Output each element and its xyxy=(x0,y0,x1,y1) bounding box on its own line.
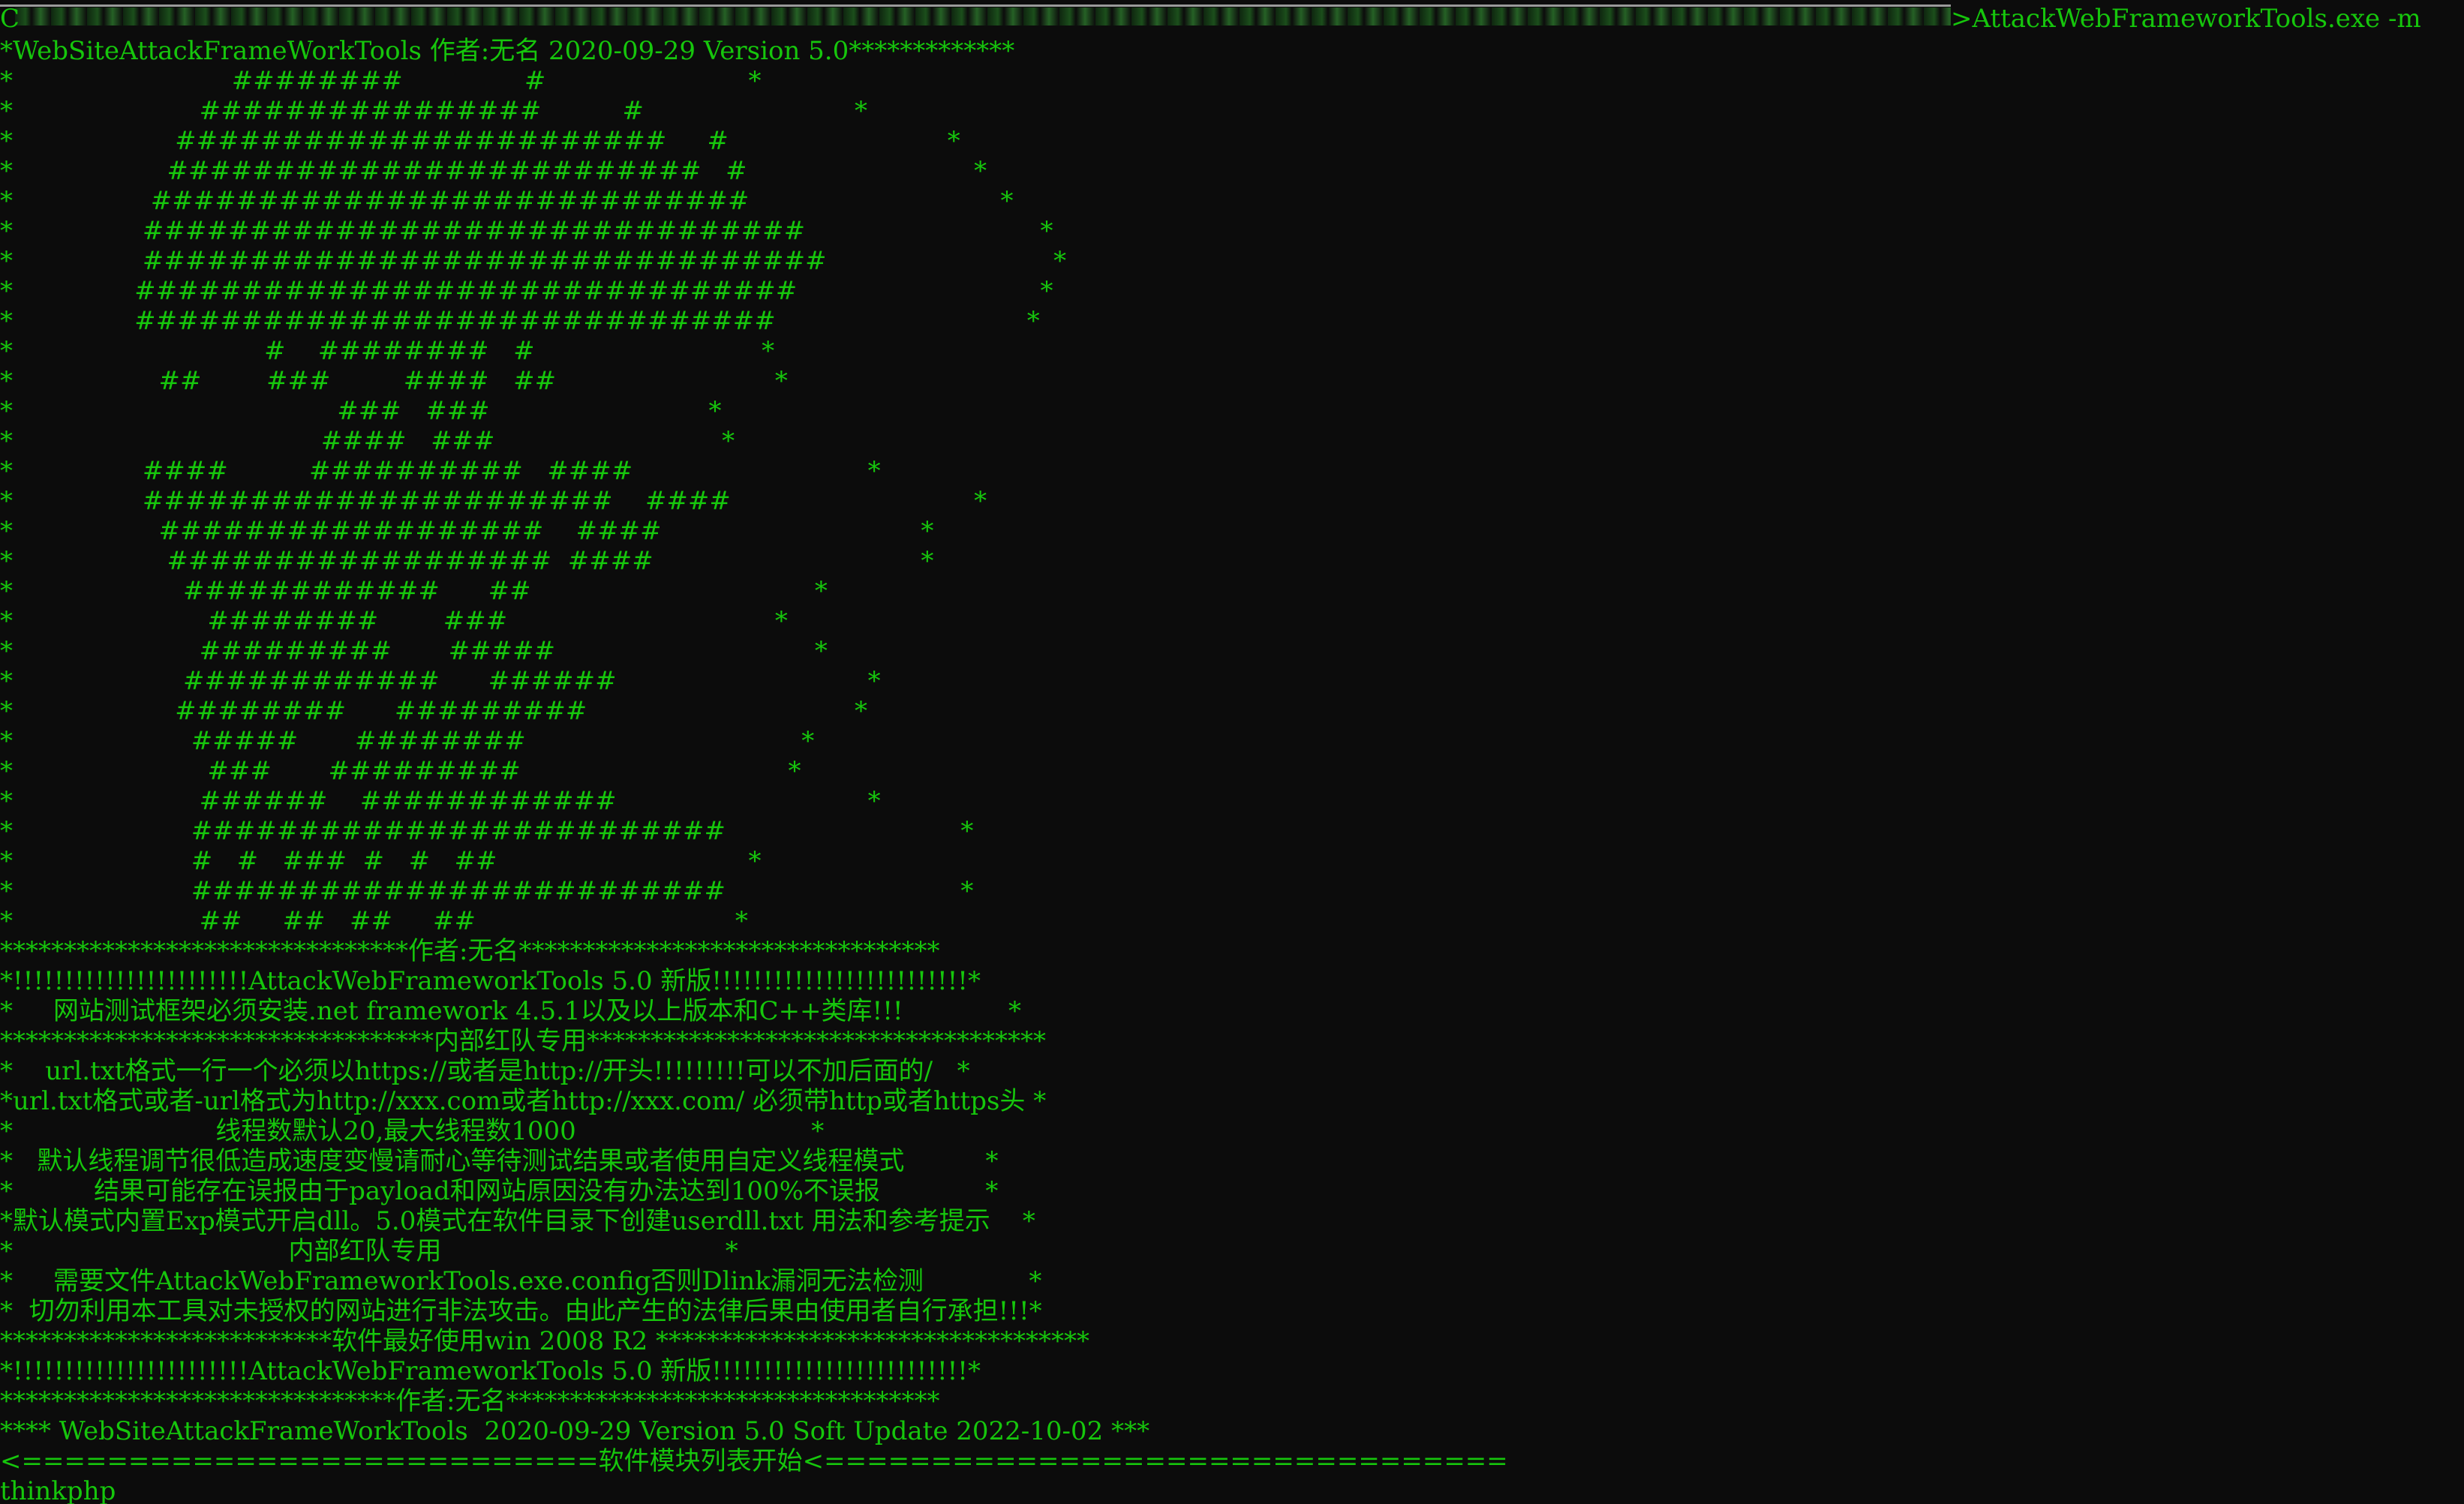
console-line: * ##### ######## * xyxy=(0,726,815,756)
console-line: * ################## #### * xyxy=(0,516,934,546)
console-line: *url.txt格式或者-url格式为http://xxx.com或者http:… xyxy=(0,1086,1047,1116)
console-line: * ###################### #### * xyxy=(0,486,987,516)
console-output: *WebSiteAttackFrameWorkTools 作者:无名 2020-… xyxy=(0,36,2464,1504)
console-line: <===========================软件模块列表开始<===… xyxy=(0,1446,1508,1476)
console-line: * #### ### * xyxy=(0,426,735,456)
console-line: * ############################### * xyxy=(0,216,1053,246)
console-line: * ### ### * xyxy=(0,396,722,426)
console-line: * 网站测试框架必须安装.net framework 4.5.1以及以上版本和C… xyxy=(0,996,1022,1026)
console-line: * 需要文件AttackWebFrameworkTools.exe.config… xyxy=(0,1266,1042,1296)
console-line: * ######### ##### * xyxy=(0,636,828,666)
command-prefix: C xyxy=(0,4,20,34)
console-line: * 结果可能存在误报由于payload和网站原因没有办法达到100%不误报 * xyxy=(0,1176,999,1206)
console-line: * ### ######### * xyxy=(0,756,801,786)
console-line: *WebSiteAttackFrameWorkTools 作者:无名 2020-… xyxy=(0,36,1015,66)
console-line: * ################## #### * xyxy=(0,546,934,576)
console-line: * 切勿利用本工具对未授权的网站进行非法攻击。由此产生的法律后果由使用者自行承担… xyxy=(0,1296,1042,1326)
console-line: * ######## ### * xyxy=(0,606,788,636)
console-line: *******************************作者:无名****… xyxy=(0,1386,940,1416)
console-line: * # # ### # # ## * xyxy=(0,846,762,876)
console-line: * ############ ## * xyxy=(0,576,828,606)
console-line: * ######################### * xyxy=(0,876,974,906)
redacted-path xyxy=(15,8,1951,26)
console-line: *!!!!!!!!!!!!!!!!!!!!!!!AttackWebFramewo… xyxy=(0,966,981,996)
console-line: * ####################### # * xyxy=(0,126,960,156)
console-line: * ############################## * xyxy=(0,306,1040,336)
console-line: * ######## # * xyxy=(0,66,762,96)
console-line: * ######################### * xyxy=(0,816,974,846)
console-line: * ######## ######### * xyxy=(0,696,867,726)
console-line: * 默认线程调节很低造成速度变慢请耐心等待测试结果或者使用自定义线程模式 * xyxy=(0,1146,999,1176)
console-line: * # ######## # * xyxy=(0,336,775,366)
console-line: * ############ ###### * xyxy=(0,666,881,696)
console-line: * 线程数默认20,最大线程数1000 * xyxy=(0,1116,825,1146)
console-line: **************************软件最好使用win 2008… xyxy=(0,1326,1090,1356)
cursor-rule xyxy=(0,5,1951,7)
console-line: * #### ########## #### * xyxy=(0,456,881,486)
command-line: C >AttackWebFrameworkTools.exe -m xyxy=(0,0,2464,34)
console-line: * ############################ * xyxy=(0,186,1014,216)
console-line: **********************************内部红队专用… xyxy=(0,1026,1046,1056)
console-line: * ## ### #### ## * xyxy=(0,366,788,396)
console-line: * 内部红队专用 * xyxy=(0,1236,738,1266)
console-line: *!!!!!!!!!!!!!!!!!!!!!!!AttackWebFramewo… xyxy=(0,1356,981,1386)
console-line: *默认模式内置Exp模式开启dll。5.0模式在软件目录下创建userdll.t… xyxy=(0,1206,1035,1236)
console-line: * ###### ############ * xyxy=(0,786,881,816)
console-line: * ############################### * xyxy=(0,276,1053,306)
console-line: ********************************作者:无名***… xyxy=(0,936,940,966)
console-line: * ## ## ## ## * xyxy=(0,906,748,936)
console-line: * url.txt格式一行一个必须以https://或者是http://开头!!… xyxy=(0,1056,970,1086)
console-line: * ################ # * xyxy=(0,96,867,126)
console-window[interactable]: C >AttackWebFrameworkTools.exe -m *WebSi… xyxy=(0,0,2464,1504)
console-line: * ################################ * xyxy=(0,246,1067,276)
console-line: **** WebSiteAttackFrameWorkTools 2020-09… xyxy=(0,1416,1150,1446)
console-line: thinkphp xyxy=(0,1476,116,1504)
console-line: * ######################### # * xyxy=(0,156,987,186)
command-text: >AttackWebFrameworkTools.exe -m xyxy=(1951,4,2421,34)
